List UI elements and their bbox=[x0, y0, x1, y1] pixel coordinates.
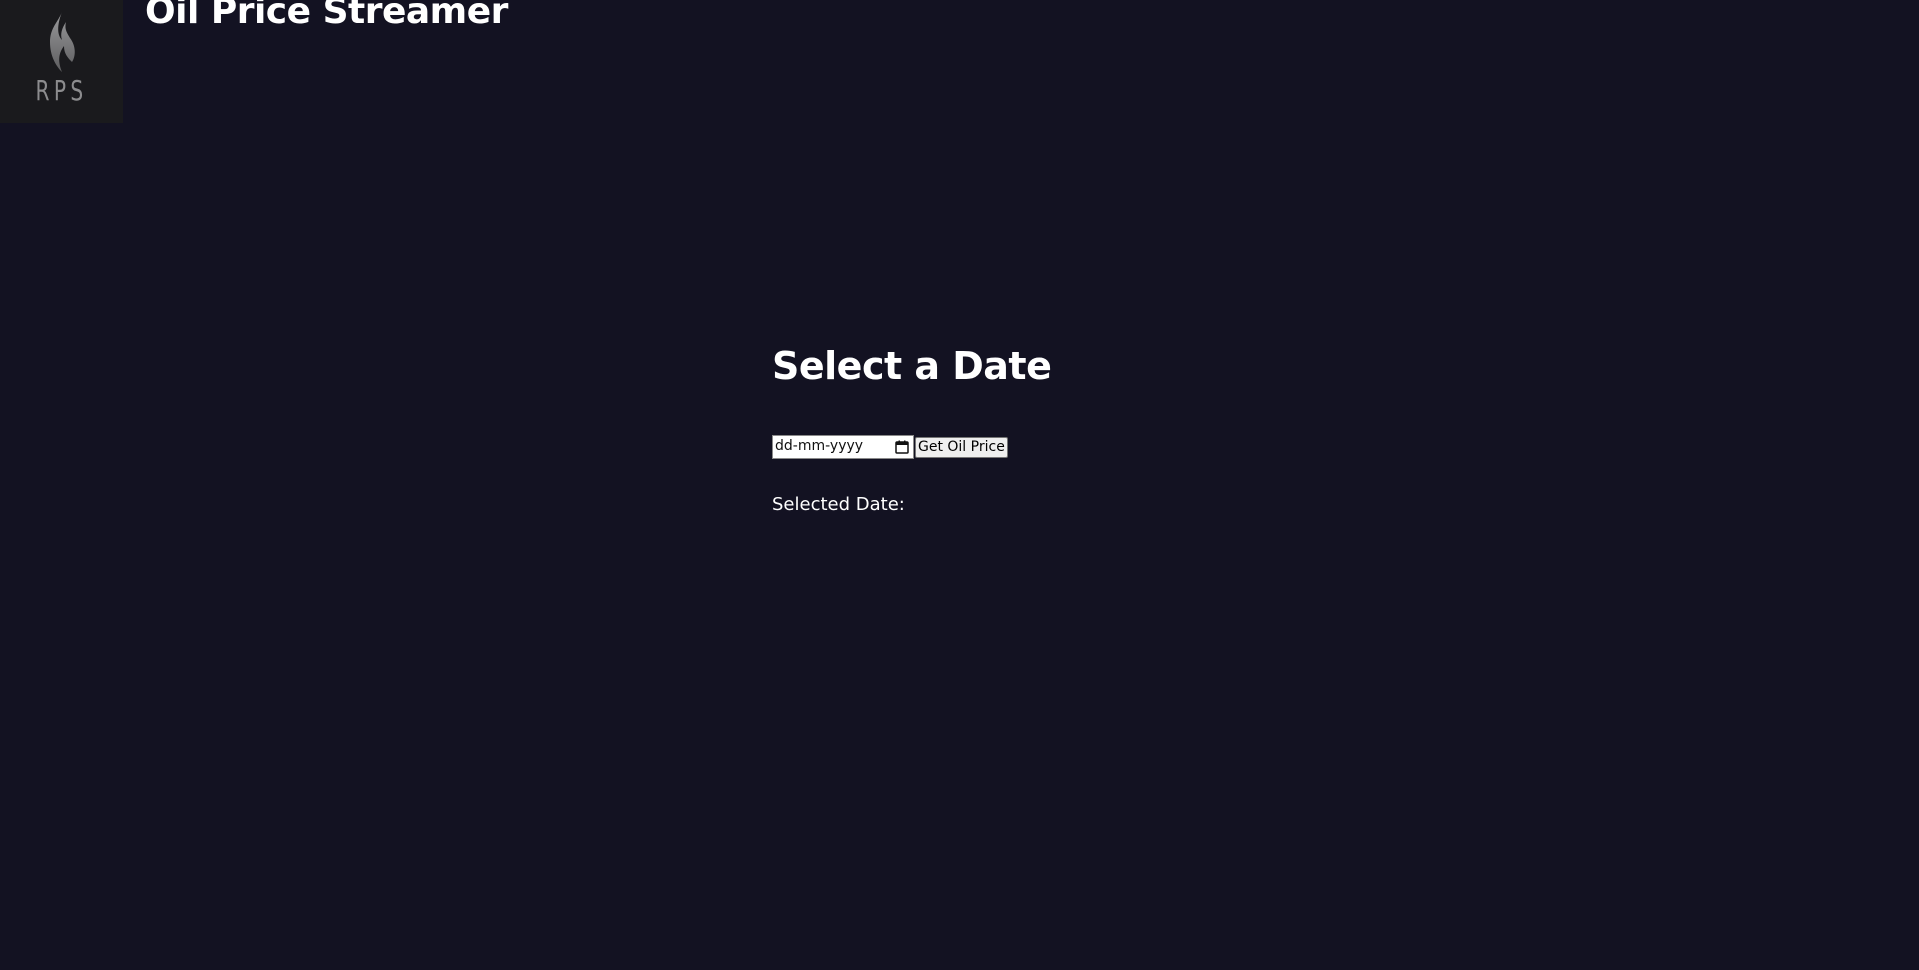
get-oil-price-button[interactable]: Get Oil Price bbox=[915, 436, 1008, 458]
logo-text: RPS bbox=[35, 74, 88, 107]
flame-icon bbox=[50, 12, 75, 72]
date-input-placeholder: dd-mm-yyyy bbox=[775, 438, 864, 454]
calendar-icon[interactable] bbox=[895, 440, 909, 454]
date-selector-section: Select a Date dd-mm-yyyy Get Oil Price S… bbox=[772, 344, 1372, 515]
logo: RPS bbox=[0, 0, 123, 123]
app-title: Oil Price Streamer bbox=[145, 0, 508, 32]
date-form: dd-mm-yyyy Get Oil Price bbox=[772, 435, 1008, 459]
page: RPS Oil Price Streamer Select a Date dd-… bbox=[0, 0, 1919, 970]
date-input[interactable]: dd-mm-yyyy bbox=[772, 435, 914, 459]
section-heading: Select a Date bbox=[772, 344, 1052, 388]
selected-date-label: Selected Date: bbox=[772, 494, 905, 515]
